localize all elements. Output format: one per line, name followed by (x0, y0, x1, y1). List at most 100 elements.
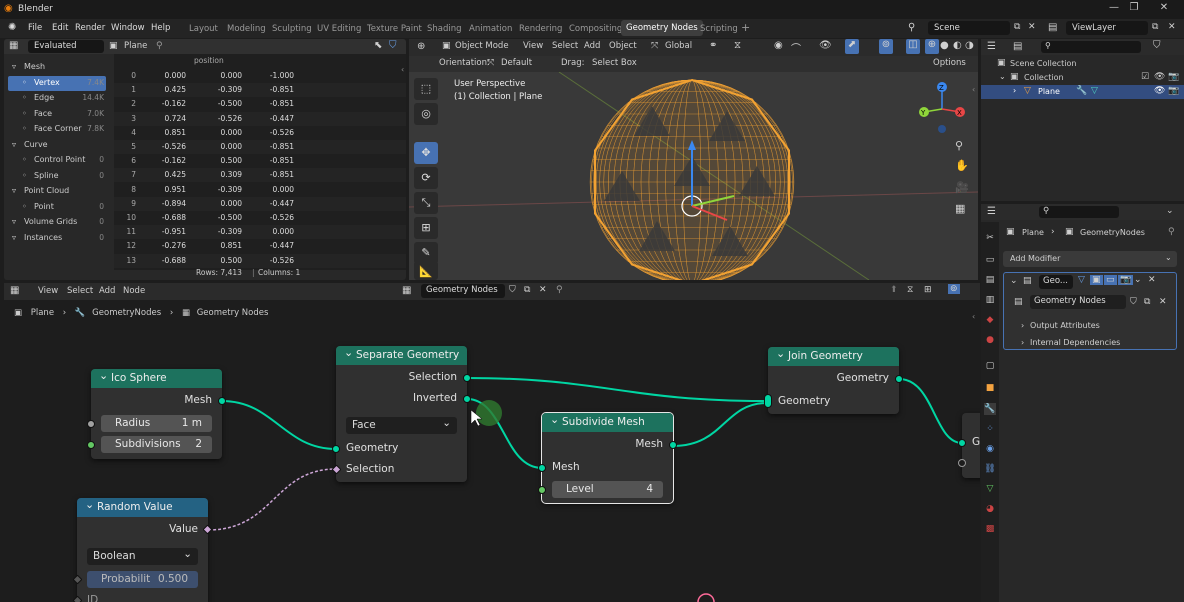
cursor-tool-icon[interactable]: ◎ (414, 103, 438, 125)
workspace-tab-rendering[interactable]: Rendering (519, 24, 562, 34)
node-random-value-title[interactable]: Random Value (77, 498, 208, 517)
particles-tab-icon[interactable]: ⁘ (984, 423, 996, 435)
panel-arrow-icon[interactable]: › (1021, 338, 1024, 347)
edit-mode-toggle-icon[interactable]: ▽ (1078, 275, 1085, 285)
shading-material-icon[interactable]: ◐ (953, 40, 962, 51)
snap-icon[interactable]: ⧖ (734, 40, 741, 51)
workspace-tab-animation[interactable]: Animation (469, 24, 512, 34)
shading-solid-icon[interactable]: ● (940, 40, 949, 51)
node-join-geometry-title[interactable]: Join Geometry (768, 347, 899, 366)
delete-scene-icon[interactable]: ✕ (1028, 22, 1036, 32)
editor-type-icon[interactable]: ⊕ (417, 41, 425, 52)
outliner-row-scene-collection[interactable]: ▣ Scene Collection (981, 57, 1184, 71)
render-tab-icon[interactable]: ▭ (984, 254, 996, 266)
menu-help[interactable]: Help (151, 23, 170, 33)
socket-input-geometry[interactable] (958, 439, 966, 447)
xray-toggle-icon[interactable]: ◫ (906, 39, 920, 54)
physics-tab-icon[interactable]: ◉ (984, 443, 996, 455)
pin-icon[interactable]: ⚲ (1168, 227, 1175, 237)
subdivisions-field[interactable]: Subdivisions 2 (101, 436, 212, 453)
domain-item-point-cloud[interactable]: ▿ Point Cloud (8, 184, 106, 199)
camera-icon[interactable]: 📷 (1168, 86, 1179, 96)
domain-item-edge[interactable]: ◦ Edge 14.4K (8, 91, 106, 106)
node-ico-sphere[interactable]: Ico Sphere Mesh Radius 1 m Subdivisions … (87, 369, 226, 459)
collection-tab-icon[interactable]: ▢ (984, 360, 996, 372)
duplicate-icon[interactable]: ⧉ (524, 285, 530, 295)
overlay-toggle-icon[interactable]: ⊚ (879, 39, 893, 54)
data-tab-icon[interactable]: ▽ (984, 483, 996, 495)
view-layer-tab-icon[interactable]: ▥ (984, 294, 996, 306)
workspace-tab-geometry-nodes[interactable]: Geometry Nodes (621, 20, 703, 36)
domain-item-volume-grids[interactable]: ▿ Volume Grids 0 (8, 215, 106, 230)
node-menu-add[interactable]: Add (99, 286, 115, 296)
scene-selector[interactable]: Scene (928, 21, 1010, 35)
proportional-editing-icon[interactable]: ◉ (774, 40, 783, 51)
socket-input-geometry-multi[interactable] (764, 394, 772, 408)
pivot-icon[interactable]: ⚭ (709, 40, 717, 51)
outliner-row-plane[interactable]: › ▽ Plane 🔧 ▽ 👁 📷 (981, 85, 1184, 99)
remove-modifier-icon[interactable]: ✕ (1148, 275, 1156, 285)
workspace-tab-shading[interactable]: Shading (427, 24, 462, 34)
domain-item-vertex[interactable]: ◦ Vertex 7.4K (8, 75, 106, 91)
probability-field[interactable]: Probabilit 0.500 (87, 571, 198, 588)
editor-type-icon[interactable]: ☰ (987, 41, 996, 52)
object-tab-icon[interactable]: ■ (984, 382, 996, 394)
texture-tab-icon[interactable]: ▩ (984, 523, 996, 535)
node-random-value[interactable]: Random Value Value Boolean ⌄ Probabilit … (72, 498, 213, 602)
add-workspace-button[interactable]: + (741, 21, 750, 34)
dropdown-icon[interactable]: ⌄ (1134, 275, 1142, 285)
duplicate-icon[interactable]: ⧉ (1144, 297, 1150, 307)
scene-tab-icon[interactable]: ◆ (984, 314, 996, 326)
region-toggle-icon[interactable]: ‹ (972, 85, 975, 94)
geometry-nodes-icon[interactable]: ▽ (1091, 86, 1098, 96)
shading-wireframe-icon[interactable]: ⊕ (925, 39, 939, 54)
add-modifier-button[interactable]: Add Modifier ⌄ (1003, 251, 1177, 267)
pin-icon[interactable]: ⚲ (156, 41, 163, 51)
delete-view-layer-icon[interactable]: ✕ (1168, 22, 1176, 32)
pan-hand-icon[interactable]: ✋ (955, 159, 969, 172)
camera-icon[interactable]: 📷 (1168, 72, 1179, 82)
output-tab-icon[interactable]: ▤ (984, 274, 996, 286)
eye-icon[interactable]: 👁 (1154, 86, 1165, 96)
filter-icon[interactable]: ⛉ (389, 40, 397, 51)
node-group-output[interactable]: G (958, 413, 980, 478)
modifier-name-field[interactable]: Geo... (1039, 275, 1073, 289)
expand-arrow-icon[interactable]: ⌄ (999, 72, 1006, 81)
gizmo-toggle-icon[interactable]: ⬈ (845, 39, 859, 54)
close-button[interactable]: ✕ (1157, 2, 1171, 16)
snap-mode-icon[interactable]: ⊞ (924, 285, 932, 295)
display-mode-icon[interactable]: ▤ (1013, 41, 1022, 52)
socket-output-mesh[interactable] (218, 397, 226, 405)
object-mode-dropdown[interactable]: Object Mode (455, 41, 509, 51)
select-box-tool-icon[interactable]: ⬚ (414, 78, 438, 100)
region-toggle-icon[interactable]: ‹ (972, 312, 975, 321)
evaluated-dropdown[interactable]: Evaluated (28, 40, 104, 53)
node-menu-select[interactable]: Select (67, 286, 93, 296)
selected-only-icon[interactable]: ⬉ (374, 40, 382, 51)
checkbox-icon[interactable]: ☑ (1141, 72, 1149, 82)
rotate-tool-icon[interactable]: ⟳ (414, 167, 438, 189)
measure-tool-icon[interactable]: 📐 (414, 261, 438, 280)
zoom-icon[interactable]: ⚲ (955, 139, 963, 152)
socket-output-mesh[interactable] (669, 441, 677, 449)
camera-view-icon[interactable]: 🎥 (955, 181, 969, 194)
domain-item-control-point[interactable]: ◦ Control Point 0 (8, 153, 106, 168)
workspace-tab-compositing[interactable]: Compositing (569, 24, 622, 34)
domain-item-instances[interactable]: ▿ Instances 0 (8, 231, 106, 246)
minimize-button[interactable]: — (1107, 2, 1121, 16)
domain-item-face-corner[interactable]: ◦ Face Corner 7.8K (8, 122, 106, 137)
overlay-toggle-icon[interactable]: ⊚ (948, 284, 960, 294)
viewport-menu-object[interactable]: Object (609, 41, 637, 51)
socket-input-empty[interactable] (958, 459, 966, 467)
maximize-button[interactable]: ❐ (1127, 2, 1141, 16)
socket-output-geometry[interactable] (895, 375, 903, 383)
domain-item-face[interactable]: ◦ Face 7.0K (8, 107, 106, 122)
editor-type-icon[interactable]: ☰ (987, 206, 996, 217)
panel-arrow-icon[interactable]: › (1021, 321, 1024, 330)
orientation-dropdown[interactable]: Default (501, 58, 532, 68)
workspace-tab-uv-editing[interactable]: UV Editing (317, 24, 361, 34)
outliner-search[interactable]: ⚲ (1041, 41, 1141, 53)
node-menu-view[interactable]: View (38, 286, 58, 296)
viewport-menu-view[interactable]: View (523, 41, 543, 51)
node-group-selector[interactable]: Geometry Nodes (1030, 295, 1126, 309)
